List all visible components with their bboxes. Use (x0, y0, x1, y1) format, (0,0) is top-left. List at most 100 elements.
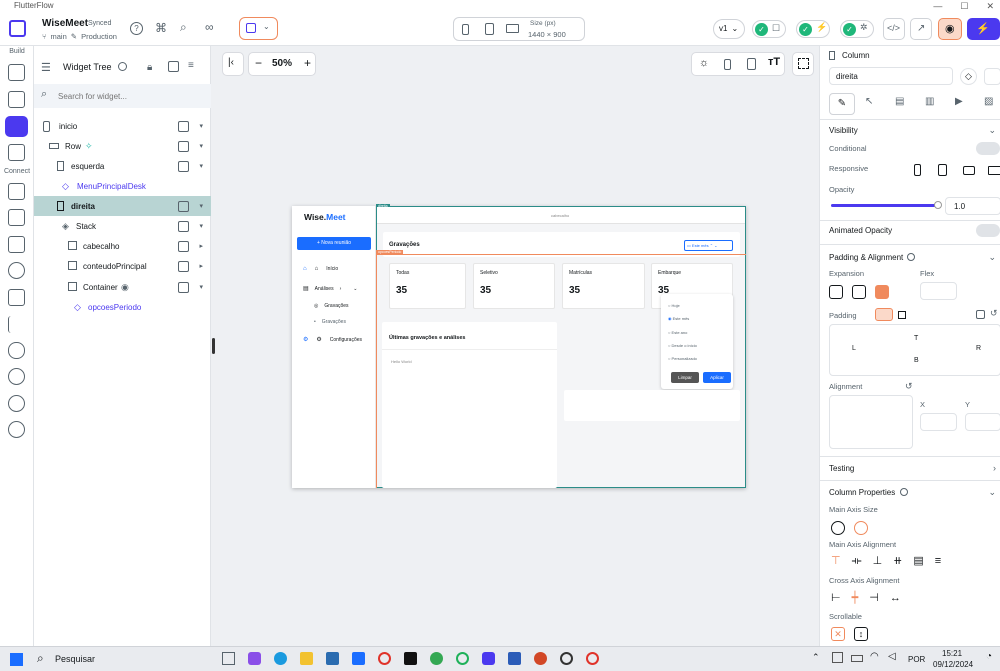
apply-button[interactable]: Aplicar (703, 372, 731, 383)
chevron-down-icon[interactable]: ▾ (199, 202, 203, 210)
version-selector[interactable]: v1 ⌄ (713, 19, 745, 39)
responsive-tablet-landscape-icon[interactable] (963, 166, 975, 175)
clock-date[interactable]: 09/12/2024 (933, 660, 973, 669)
edge-icon[interactable] (274, 652, 287, 665)
padding-editor[interactable]: T L R B (829, 324, 1000, 376)
expansion-flexible-icon[interactable] (852, 285, 866, 299)
custom-code-icon[interactable] (8, 316, 25, 333)
preview-button[interactable]: ◉ (938, 18, 962, 40)
add-child-icon[interactable] (178, 220, 189, 232)
nav-analises[interactable]: ▤ Análises › ⌄ (303, 285, 357, 293)
period-option[interactable]: ○ Personalizado (668, 356, 697, 361)
maximize-icon[interactable]: ☐ (960, 0, 968, 12)
tree-item-esquerda[interactable]: esquerda ▾ (34, 156, 211, 176)
main-axis-min-icon[interactable] (831, 521, 845, 535)
capcut-icon[interactable] (404, 652, 417, 665)
widget-search-input[interactable] (58, 88, 198, 104)
chevron-down-icon[interactable]: ▾ (199, 142, 203, 150)
chevron-down-icon[interactable]: ⌄ (988, 252, 996, 263)
nav-inicio[interactable]: ⌂ ⌂ Início (303, 266, 338, 272)
padding-right[interactable]: R (976, 345, 981, 352)
collapse-panel-button[interactable]: |‹ (222, 52, 244, 76)
code-button[interactable]: </> (883, 18, 905, 40)
volume-icon[interactable]: ◁ (888, 651, 896, 662)
fingerprint-icon[interactable] (8, 395, 25, 412)
tree-item-row[interactable]: Row ✧ ▾ (34, 136, 211, 156)
powerpoint-icon[interactable] (534, 652, 547, 665)
chevron-down-icon[interactable]: ▾ (199, 283, 203, 291)
nav-gravacoes-sub[interactable]: • Gravações (314, 319, 346, 325)
windows-start-icon[interactable] (10, 653, 23, 666)
info-icon[interactable] (907, 253, 915, 261)
chrome-icon[interactable] (430, 652, 443, 665)
cross-end-icon[interactable]: ⊣ (869, 592, 890, 604)
text-scale-icon[interactable]: ᴛT (768, 56, 780, 68)
selection-tool-button[interactable] (792, 52, 814, 76)
chevron-right-icon[interactable]: › (993, 463, 996, 473)
data-types-icon[interactable] (8, 183, 25, 200)
command-icon[interactable]: ⌘ (155, 21, 167, 35)
chevron-down-icon[interactable]: ▾ (199, 162, 203, 170)
pages-icon[interactable] (8, 91, 25, 108)
padding-bottom[interactable]: B (914, 357, 919, 364)
copilot-icon[interactable] (248, 652, 261, 665)
flutterflow-logo-icon[interactable] (9, 20, 26, 37)
chevron-right-icon[interactable]: ▸ (199, 262, 203, 270)
file-explorer-icon[interactable] (300, 652, 313, 665)
zoom-out-button[interactable]: − (255, 56, 262, 70)
lock-icon[interactable]: 🔒︎ (147, 62, 152, 73)
phone-preview-icon[interactable] (724, 59, 731, 70)
info-icon[interactable] (118, 62, 127, 71)
add-child-icon[interactable] (178, 260, 189, 272)
debug-status[interactable]: ✓ ✲ (840, 20, 874, 38)
notifications-icon[interactable]: ◔ (986, 651, 992, 662)
open-external-button[interactable]: ↗ (910, 18, 932, 40)
tree-item-cabecalho[interactable]: cabecalho ▸ (34, 236, 211, 256)
period-button[interactable]: ▭ Este mês ⌃ ⌄ (684, 240, 733, 251)
phone-icon[interactable] (462, 24, 469, 35)
opacity-field[interactable]: 1.0 (945, 197, 1000, 215)
alignment-y-field[interactable] (965, 413, 1000, 431)
tree-item-stack[interactable]: ◈ Stack ▾ (34, 216, 211, 236)
api-icon[interactable] (8, 236, 25, 253)
padding-reset-icon[interactable]: ↺ (990, 308, 998, 319)
alignment-x-field[interactable] (920, 413, 957, 431)
stat-card[interactable]: Seletivo 35 (473, 263, 555, 309)
flutterflow-app-icon[interactable] (482, 652, 495, 665)
task-view-icon[interactable] (222, 652, 235, 665)
nav-gravacoes[interactable]: ◎ Gravações (314, 303, 349, 309)
alignment-grid[interactable] (829, 395, 913, 449)
padding-top[interactable]: T (914, 335, 918, 342)
padding-left[interactable]: L (852, 345, 856, 352)
animated-opacity-toggle[interactable] (976, 224, 1000, 237)
app-preview-frame[interactable]: Wise.Meet + Nova reunião ⌂ ⌂ Início ▤ Análi… (292, 204, 746, 488)
stat-card[interactable]: Matrículas 35 (562, 263, 645, 309)
add-child-icon[interactable] (178, 140, 189, 152)
info-icon[interactable] (900, 488, 908, 496)
integrations-icon[interactable] (8, 262, 25, 279)
chevron-down-icon[interactable]: ⌄ (988, 125, 996, 136)
add-child-icon[interactable] (178, 160, 189, 172)
media-assets-icon[interactable] (8, 289, 25, 306)
padding-uniform-icon[interactable] (875, 308, 893, 321)
align-space-evenly-icon[interactable]: ≡ (935, 555, 952, 567)
settings-icon[interactable] (8, 421, 25, 438)
expansion-default-icon[interactable] (829, 285, 843, 299)
period-option[interactable]: ○ Este ano (668, 330, 687, 335)
widget-search[interactable]: ⌕ (34, 84, 211, 108)
tablet-icon[interactable] (485, 23, 494, 35)
wifi-icon[interactable]: ◠ (870, 651, 879, 662)
tab-actions[interactable]: ↖ (865, 96, 873, 107)
opera-icon[interactable] (378, 652, 391, 665)
language-indicator[interactable]: POR (908, 655, 925, 664)
desktop-icon[interactable] (506, 24, 519, 33)
chevron-up-icon[interactable]: ⌃ (812, 652, 820, 663)
device-frame-icon[interactable] (747, 58, 756, 70)
search-icon[interactable]: ⌕ (180, 20, 187, 35)
eye-icon[interactable]: ◉ (121, 282, 129, 293)
chevron-right-icon[interactable]: ▸ (199, 242, 203, 250)
tab-backend[interactable]: ▤ (895, 96, 904, 107)
scrollable-on-icon[interactable]: ↕ (854, 627, 868, 641)
tab-play[interactable]: ▶ (955, 96, 963, 107)
spotify-icon[interactable] (456, 652, 469, 665)
